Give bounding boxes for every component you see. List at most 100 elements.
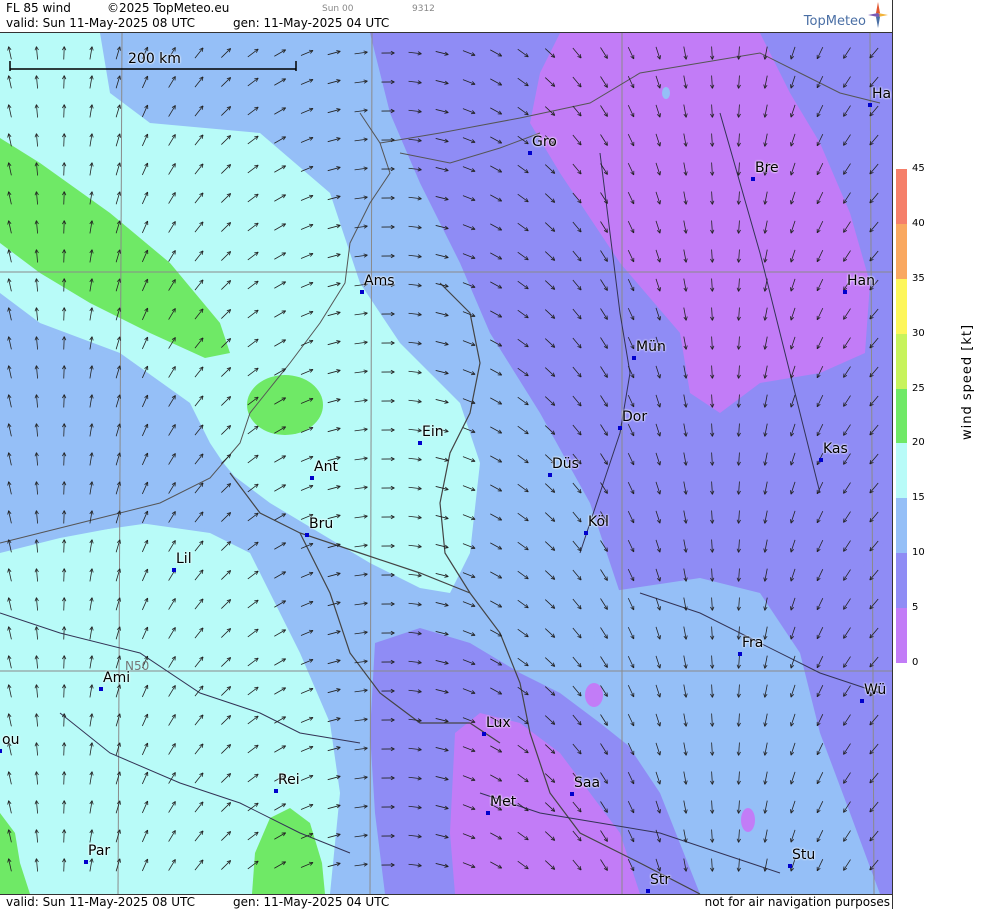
wind-arrow-head (660, 519, 661, 523)
wind-arrow-head (790, 316, 791, 320)
wind-arrow-head (660, 142, 661, 146)
wind-arrow-head (336, 51, 340, 52)
wind-arrow (248, 107, 258, 115)
wind-arrow-head (660, 55, 661, 59)
city-label-muenster: Mün (636, 339, 666, 355)
wind-arrow-head (660, 229, 661, 233)
wind-arrow-head (336, 863, 340, 864)
city-dot (632, 356, 636, 360)
city-dot (843, 290, 847, 294)
city-label-hamburg: Ha (872, 86, 891, 102)
city-label-rouen: ou (2, 732, 19, 748)
wind-arrow (545, 513, 555, 522)
wind-arrow-head (364, 863, 368, 864)
city-label-metz: Met (490, 794, 516, 810)
city-label-hannover: Han (847, 273, 875, 289)
wind-arrow-head (660, 606, 661, 610)
wind-arrow-head (444, 374, 448, 375)
wind-arrow-head (790, 84, 791, 88)
map-footer: valid: Sun 11-May-2025 08 UTC gen: 11-Ma… (0, 894, 892, 910)
wind-arrow-head (336, 747, 340, 748)
wind-arrow-head (444, 287, 448, 288)
wind-arrow-head (660, 374, 661, 378)
valid-time: valid: Sun 11-May-2025 08 UTC (6, 16, 195, 30)
city-dot (172, 568, 176, 572)
wind-arrow-head (336, 631, 340, 632)
wind-arrow-head (418, 344, 422, 345)
legend-band (896, 389, 907, 444)
brand-text: TopMeteo (804, 14, 866, 29)
wind-arrow (195, 106, 203, 116)
wind-arrow (64, 47, 65, 60)
wind-arrow-head (364, 689, 368, 690)
wind-arrow-head (444, 258, 448, 259)
wind-arrow-head (790, 55, 791, 59)
wind-arrow-head (364, 51, 368, 52)
wind-arrow (490, 398, 501, 404)
wind-arrow (64, 801, 65, 814)
city-dot (99, 687, 103, 691)
wind-arrow-head (8, 308, 9, 312)
wind-arrow-head (660, 403, 661, 407)
city-dot (646, 889, 650, 893)
wind-arrow (518, 455, 529, 463)
wind-arrow-head (660, 664, 661, 668)
wind-arrow (573, 628, 581, 638)
wind-arrow-head (790, 432, 791, 436)
wind-arrow-head (336, 718, 340, 719)
wind-arrow (518, 513, 529, 521)
city-dot (274, 789, 278, 793)
wind-arrow (221, 48, 230, 57)
wind-arrow-head (790, 171, 791, 175)
city-label-eindhoven: Ein (422, 424, 444, 440)
wind-arrow-head (790, 258, 791, 262)
wind-arrow-head (790, 780, 791, 784)
wind-arrow (490, 543, 501, 549)
wind-arrow-head (336, 138, 340, 139)
wind-arrow-head (660, 258, 661, 262)
wind-map[interactable]: 200 km N50 GroBreHaAmsHanMünDorEinKasAnt… (0, 33, 892, 894)
legend-band (896, 279, 907, 334)
wind-arrow (64, 511, 65, 524)
wind-arrow (490, 456, 501, 462)
wind-arrow (64, 714, 65, 727)
wind-arrow-head (790, 345, 791, 349)
city-label-kassel: Kas (823, 441, 848, 457)
city-dot (788, 864, 792, 868)
city-label-strasbourg: Str (650, 872, 670, 888)
wind-arrow (64, 308, 65, 321)
wind-arrow-head (660, 548, 661, 552)
wind-arrow-head (418, 257, 422, 258)
wind-arrow (573, 657, 581, 667)
wind-arrow (64, 598, 65, 611)
wind-arrow (518, 426, 529, 434)
wind-arrow-head (364, 167, 368, 168)
wind-arrow-head (364, 805, 368, 806)
wind-arrow-head (660, 200, 661, 204)
city-dot (84, 860, 88, 864)
map-title: FL 85 wind (6, 1, 71, 15)
wind-arrow-head (364, 138, 368, 139)
city-dot (618, 426, 622, 430)
wind-arrow-head (418, 199, 422, 200)
wind-arrow-head (336, 834, 340, 835)
city-dot (482, 732, 486, 736)
city-label-stuttgart: Stu (792, 847, 815, 863)
wind-arrow (64, 76, 65, 89)
city-dot (860, 699, 864, 703)
wind-arrow (64, 830, 65, 843)
wind-arrow (64, 221, 65, 234)
wind-arrow-head (364, 80, 368, 81)
wind-arrow-head (336, 660, 340, 661)
wind-arrow (518, 397, 529, 405)
wind-arrow-head (790, 577, 791, 581)
wind-arrow-head (364, 109, 368, 110)
wind-arrow (64, 627, 65, 640)
legend-band (896, 498, 907, 553)
wind-arrow (573, 541, 581, 551)
wind-arrow-head (790, 229, 791, 233)
city-label-brussels: Bru (309, 516, 333, 532)
city-label-reims: Rei (278, 772, 300, 788)
wind-arrow-head (444, 316, 448, 317)
wind-arrow-head (660, 461, 661, 465)
